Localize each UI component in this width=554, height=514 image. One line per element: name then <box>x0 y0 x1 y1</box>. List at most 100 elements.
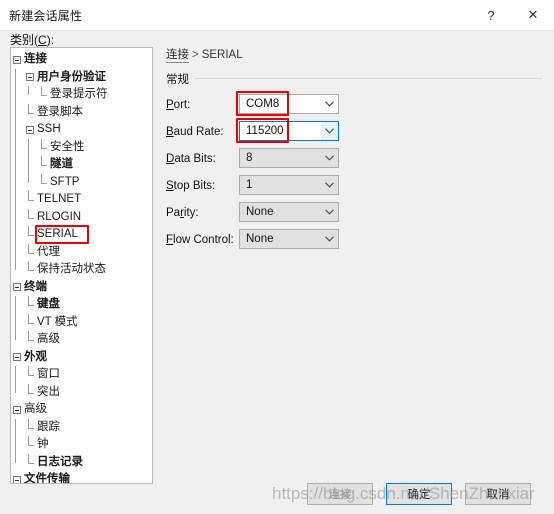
tree-item-16[interactable]: 高级 <box>11 331 152 349</box>
chevron-down-icon[interactable] <box>321 149 338 167</box>
tree-item-12[interactable]: 保持活动状态 <box>11 261 152 279</box>
tree-elbow <box>28 103 35 122</box>
tree-item-11[interactable]: 代理 <box>11 243 152 262</box>
tree-expander-icon[interactable] <box>11 51 24 69</box>
combobox-5[interactable]: None <box>239 229 339 249</box>
tree-expander-icon[interactable] <box>24 121 37 139</box>
minus-box-icon[interactable] <box>26 73 34 81</box>
close-icon[interactable]: ✕ <box>512 0 554 30</box>
tree-item-19[interactable]: 突出 <box>11 383 152 402</box>
tree-item-15[interactable]: VT 模式 <box>11 313 152 332</box>
tree-item-17[interactable]: 外观 <box>11 349 152 367</box>
combobox-value-5[interactable]: None <box>240 233 321 245</box>
combobox-value-1[interactable]: 115200 <box>240 125 321 137</box>
category-label: 类别(C): <box>10 33 55 47</box>
help-button[interactable]: ? <box>470 0 512 30</box>
tree-item-18[interactable]: 窗口 <box>11 366 152 384</box>
tree-item-label: 用户身份验证 <box>37 70 106 83</box>
tree-branch-icon <box>24 296 37 314</box>
tree-item-10[interactable]: SERIAL <box>11 225 152 244</box>
combobox-value-2[interactable]: 8 <box>240 152 321 164</box>
chevron-down-icon[interactable] <box>321 176 338 194</box>
tree-item-2[interactable]: 登录提示符 <box>11 86 152 104</box>
field-label-0: Port: <box>166 99 190 111</box>
tree-item-8[interactable]: TELNET <box>11 191 152 209</box>
chevron-down-icon[interactable] <box>321 122 338 140</box>
window-title: 新建会话属性 <box>9 8 83 23</box>
combobox-value-3[interactable]: 1 <box>240 179 321 191</box>
tree-item-5[interactable]: 安全性 <box>11 138 152 157</box>
tree-item-7[interactable]: SFTP <box>11 173 152 192</box>
chevron-down-icon[interactable] <box>321 230 338 248</box>
tree-expander-icon[interactable] <box>24 69 37 87</box>
tree-item-6[interactable]: 隧道 <box>11 156 152 174</box>
form-row-1: Baud Rate: 115200 <box>166 118 542 148</box>
minus-box-icon[interactable] <box>13 405 21 414</box>
tree-item-13[interactable]: 终端 <box>11 279 152 297</box>
category-tree: 连接用户身份验证登录提示符 登录脚本 SSH 安全性 隧道 SFTP TELNET RLOGI… <box>11 48 152 483</box>
tree-expander-icon[interactable] <box>11 349 24 367</box>
tree-elbow <box>41 173 48 192</box>
tree-branch-icon <box>24 453 37 472</box>
combobox-2[interactable]: 8 <box>239 148 339 168</box>
tree-item-9[interactable]: RLOGIN <box>11 208 152 227</box>
chevron-down-icon[interactable] <box>321 95 338 113</box>
tree-branch-icon <box>24 243 37 262</box>
tree-item-label: 高级 <box>37 333 60 345</box>
tree-elbow <box>28 243 35 262</box>
combobox-value-0[interactable]: COM8 <box>240 98 321 110</box>
tree-item-1[interactable]: 用户身份验证 <box>11 69 152 87</box>
tree-item-label: 外观 <box>24 350 47 363</box>
tree-item-label: 连接 <box>24 53 47 65</box>
combobox-1[interactable]: 115200 <box>239 121 339 141</box>
tree-elbow <box>28 418 35 437</box>
tree-item-14[interactable]: 键盘 <box>11 296 152 314</box>
combobox-0[interactable]: COM8 <box>239 94 339 114</box>
tree-item-4[interactable]: SSH <box>11 121 152 139</box>
category-tree-panel[interactable]: 连接用户身份验证登录提示符 登录脚本 SSH 安全性 隧道 SFTP TELNET RLOGI… <box>10 47 153 484</box>
tree-elbow <box>28 313 35 332</box>
minus-box-icon[interactable] <box>26 125 34 134</box>
tree-item-label: SERIAL <box>37 228 78 240</box>
tree-expander-icon[interactable] <box>11 279 24 297</box>
tree-elbow <box>28 296 35 314</box>
tree-item-23[interactable]: 日志记录 <box>11 453 152 472</box>
category-label-text: 类别 <box>10 33 35 47</box>
cancel-button[interactable]: 取消 <box>465 483 531 505</box>
minus-box-icon[interactable] <box>13 353 21 361</box>
chevron-down-icon[interactable] <box>321 203 338 221</box>
tree-item-label: 窗口 <box>37 368 60 380</box>
tree-elbow <box>28 436 35 454</box>
connect-button[interactable]: 连接 <box>307 483 373 505</box>
tree-item-21[interactable]: 跟踪 <box>11 418 152 437</box>
tree-item-22[interactable]: 钟 <box>11 436 152 454</box>
tree-item-20[interactable]: 高级 <box>11 401 152 419</box>
tree-item-label: 突出 <box>37 385 60 398</box>
tree-item-0[interactable]: 连接 <box>11 51 152 69</box>
ok-button[interactable]: 确定 <box>386 483 452 505</box>
tree-item-label: 钟 <box>37 438 49 450</box>
combobox-3[interactable]: 1 <box>239 175 339 195</box>
tree-branch-icon <box>24 226 37 244</box>
breadcrumb-separator: > <box>192 49 199 61</box>
tree-item-3[interactable]: 登录脚本 <box>11 103 152 122</box>
field-label-prefix: Pa <box>166 207 181 219</box>
combobox-4[interactable]: None <box>239 202 339 222</box>
tree-expander-icon[interactable] <box>11 401 24 419</box>
field-label-accel: F <box>166 234 174 246</box>
breadcrumb-root[interactable]: 连接 <box>166 49 189 63</box>
combobox-value-4[interactable]: None <box>240 206 321 218</box>
field-label-2: Data Bits: <box>166 153 216 165</box>
minus-box-icon[interactable] <box>13 55 21 64</box>
minus-box-icon[interactable] <box>13 283 21 291</box>
